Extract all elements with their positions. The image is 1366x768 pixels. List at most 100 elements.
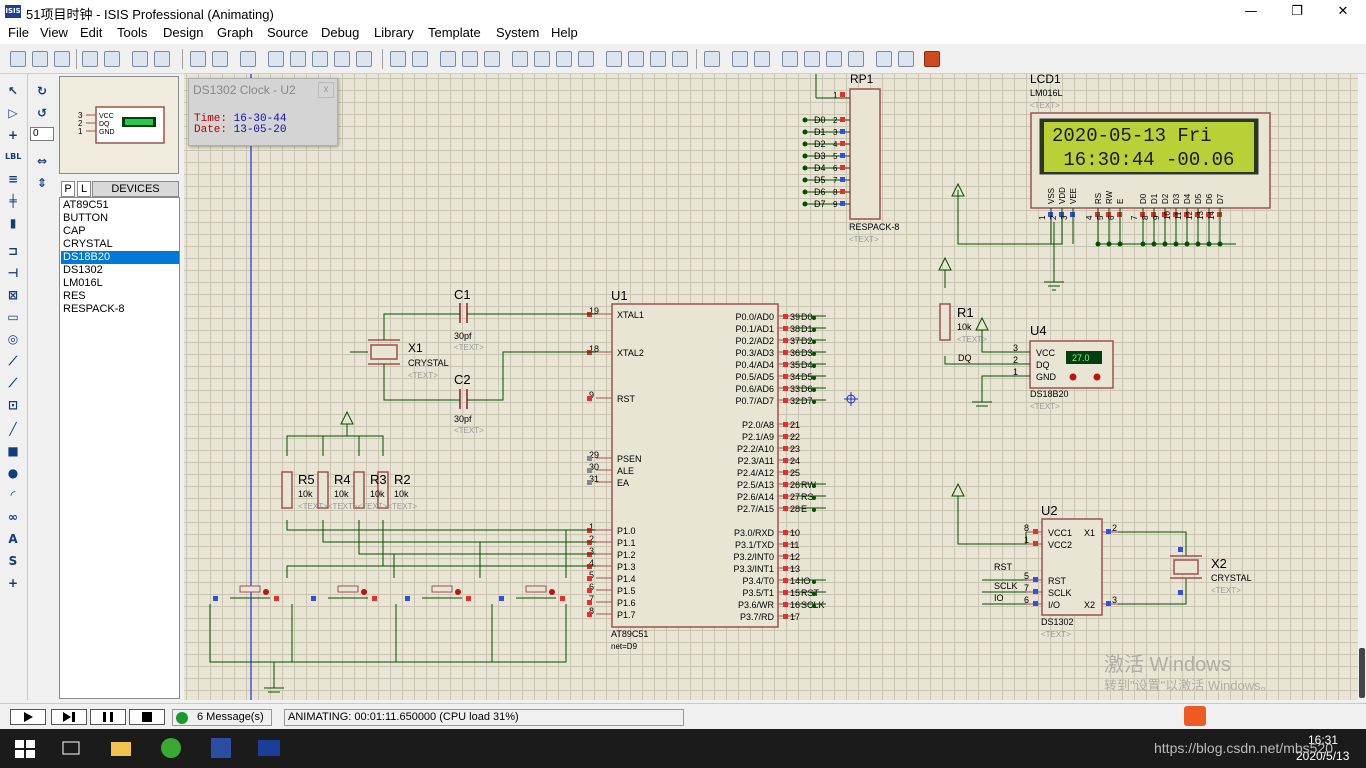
menu-library[interactable]: Library	[374, 25, 414, 40]
tape-recorder-icon[interactable]: ▭	[5, 310, 21, 324]
list-item[interactable]: CRYSTAL	[61, 238, 179, 251]
voltage-probe-icon[interactable]: ⟋	[5, 354, 21, 368]
mirror-vertical-icon[interactable]: ⇕	[34, 176, 50, 190]
box-icon[interactable]: ■	[5, 444, 21, 458]
menu-template[interactable]: Template	[428, 25, 481, 40]
menu-graph[interactable]: Graph	[217, 25, 253, 40]
save-icon[interactable]	[54, 51, 70, 67]
menu-file[interactable]: File	[8, 25, 29, 40]
device-pins-icon[interactable]: ⊣	[5, 266, 21, 280]
maximize-button[interactable]: ❐	[1274, 0, 1320, 24]
rp1-respack[interactable]: RP1 RESPACK-8 <TEXT> 1 D0 2 D1 3 D2 4 D3 5 D4 6 D5…	[802, 74, 900, 244]
c2-capacitor[interactable]: C2 30pf <TEXT>	[454, 372, 484, 435]
menu-source[interactable]: Source	[267, 25, 308, 40]
zoom-all-icon[interactable]	[334, 51, 350, 67]
menu-view[interactable]: View	[40, 25, 68, 40]
pullup-resistors[interactable]: R5 R4 R3 R2 10k 10k 10k 10k <TEXT><TEXT>…	[281, 471, 417, 511]
search-tag-icon[interactable]	[732, 51, 748, 67]
tab-library[interactable]: L	[77, 181, 91, 197]
bill-of-materials-icon[interactable]	[876, 51, 892, 67]
list-item[interactable]: RES	[61, 290, 179, 303]
pick-device-icon[interactable]	[606, 51, 622, 67]
close-button[interactable]: ✕	[1320, 0, 1366, 24]
list-item[interactable]: AT89C51	[61, 199, 179, 212]
mirror-horizontal-icon[interactable]: ⇔	[34, 154, 50, 168]
text-script-icon[interactable]: ≡	[5, 172, 21, 186]
x1-crystal[interactable]: X1 CRYSTAL <TEXT>	[368, 339, 449, 380]
path-icon[interactable]: ∞	[5, 510, 21, 524]
line-icon[interactable]: ╱	[5, 422, 21, 436]
virtual-instruments-icon[interactable]: ⊡	[5, 398, 21, 412]
ares-icon[interactable]	[924, 51, 940, 67]
lcd1-lm016l[interactable]: LCD1 LM016L <TEXT> 2020-05-13 Fri 16:30:…	[1030, 74, 1271, 247]
c1-capacitor[interactable]: C1 30pf <TEXT>	[454, 287, 484, 352]
remove-sheet-icon[interactable]	[804, 51, 820, 67]
vertical-scrollbar[interactable]	[1358, 74, 1366, 700]
file-explorer-icon[interactable]	[108, 735, 134, 761]
u4-ds18b20[interactable]: U4 DS18B20 <TEXT> VCC DQ GND 3 2 1 27.0	[1013, 323, 1114, 411]
packaging-tool-icon[interactable]	[650, 51, 666, 67]
task-view-icon[interactable]	[58, 735, 84, 761]
origin-icon[interactable]	[240, 51, 256, 67]
terminals-icon[interactable]: ⊐	[5, 244, 21, 258]
menu-help[interactable]: Help	[551, 25, 578, 40]
block-delete-icon[interactable]	[578, 51, 594, 67]
schematic-canvas[interactable]: RP1 RESPACK-8 <TEXT> 1 D0 2 D1 3 D2 4 D3 5 D4 6 D5…	[184, 74, 1358, 700]
block-rotate-icon[interactable]	[556, 51, 572, 67]
undo-icon[interactable]	[390, 51, 406, 67]
make-device-icon[interactable]	[628, 51, 644, 67]
component-mode-icon[interactable]: ▷	[5, 106, 21, 120]
menu-system[interactable]: System	[496, 25, 539, 40]
copy-icon[interactable]	[462, 51, 478, 67]
menu-debug[interactable]: Debug	[321, 25, 359, 40]
windows-start-icon[interactable]	[12, 735, 38, 761]
redo-icon[interactable]	[412, 51, 428, 67]
menu-design[interactable]: Design	[163, 25, 203, 40]
r1-resistor[interactable]: R1 10k <TEXT>	[939, 303, 987, 344]
rotate-anticlockwise-icon[interactable]: ↺	[34, 106, 50, 120]
redraw-icon[interactable]	[190, 51, 206, 67]
tab-pick[interactable]: P	[61, 181, 75, 197]
push-buttons[interactable]	[213, 585, 565, 601]
bus-icon[interactable]: ╪	[5, 194, 21, 208]
print-area-icon[interactable]	[154, 51, 170, 67]
selection-mode-icon[interactable]: ↖	[5, 84, 21, 98]
goto-sheet-icon[interactable]	[826, 51, 842, 67]
sogou-ime-icon[interactable]	[1184, 706, 1206, 726]
decompose-icon[interactable]	[672, 51, 688, 67]
marker-icon[interactable]: +	[5, 576, 21, 590]
browser-icon[interactable]	[158, 735, 184, 761]
list-item[interactable]: BUTTON	[61, 212, 179, 225]
zoom-out-icon[interactable]	[312, 51, 328, 67]
pan-icon[interactable]	[268, 51, 284, 67]
rotation-input[interactable]: 0	[30, 127, 54, 141]
print-icon[interactable]	[132, 51, 148, 67]
popup-close-button[interactable]: x	[318, 82, 334, 98]
export-icon[interactable]	[104, 51, 120, 67]
step-button[interactable]	[51, 709, 87, 725]
minimize-button[interactable]: —	[1228, 0, 1274, 24]
wire-autorouter-icon[interactable]	[704, 51, 720, 67]
generator-icon[interactable]: ◎	[5, 332, 21, 346]
current-probe-icon[interactable]: ⟋	[5, 376, 21, 390]
arc-icon[interactable]: ◜	[5, 488, 21, 502]
rotate-clockwise-icon[interactable]: ↻	[34, 84, 50, 98]
zoom-in-icon[interactable]	[290, 51, 306, 67]
open-file-icon[interactable]	[32, 51, 48, 67]
block-move-icon[interactable]	[534, 51, 550, 67]
list-item[interactable]: LM016L	[61, 277, 179, 290]
new-file-icon[interactable]	[10, 51, 26, 67]
pause-button[interactable]	[90, 709, 126, 725]
circle-icon[interactable]: ●	[5, 466, 21, 480]
play-button[interactable]	[10, 709, 46, 725]
symbol-icon[interactable]: S	[5, 554, 21, 568]
exit-parent-icon[interactable]	[848, 51, 864, 67]
electrical-check-icon[interactable]	[898, 51, 914, 67]
grid-icon[interactable]	[212, 51, 228, 67]
stop-button[interactable]	[129, 709, 165, 725]
u1-at89c51[interactable]: U1 AT89C51 net=D9 19 XTAL118 XTAL29 RST29 PS…	[587, 288, 826, 651]
isis-taskbar-icon[interactable]	[256, 735, 282, 761]
new-sheet-icon[interactable]	[782, 51, 798, 67]
import-icon[interactable]	[82, 51, 98, 67]
paste-icon[interactable]	[484, 51, 500, 67]
